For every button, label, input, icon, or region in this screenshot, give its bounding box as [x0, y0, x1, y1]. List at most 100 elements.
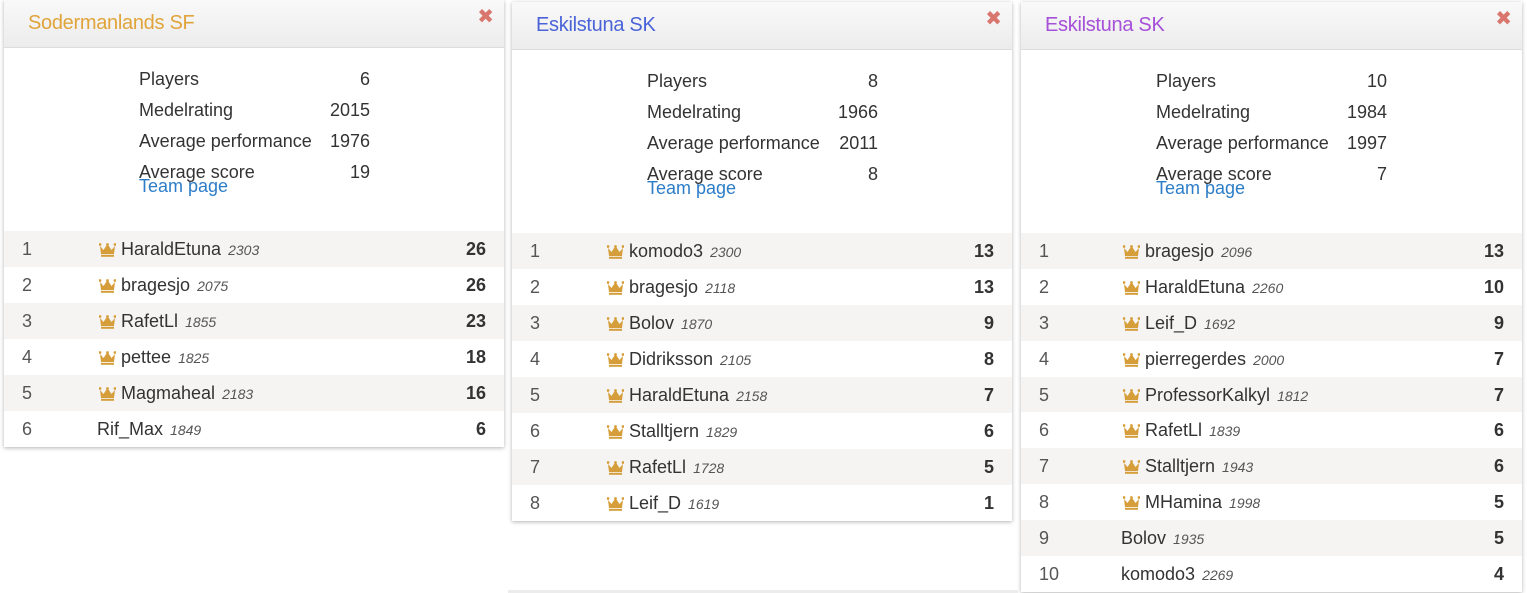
player-row[interactable]: 10 komodo3 2269 4: [1021, 556, 1522, 592]
stat-row: Average performance 1997: [1156, 129, 1387, 160]
player-username[interactable]: Leif_D: [1145, 313, 1197, 333]
player-row[interactable]: 9 Bolov 1935 5: [1021, 520, 1522, 557]
player-username[interactable]: MHamina: [1145, 492, 1222, 512]
stat-value: 8: [867, 164, 878, 184]
player-username[interactable]: HaraldEtuna: [121, 239, 221, 259]
player-rank: 2: [1039, 276, 1050, 297]
close-icon[interactable]: ✖: [985, 6, 1002, 31]
player-name[interactable]: pettee 1825: [121, 347, 209, 368]
player-name[interactable]: Leif_D 1692: [1145, 313, 1235, 334]
player-username[interactable]: pettee: [121, 347, 171, 367]
player-row[interactable]: 3 Leif_D 1692 9: [1021, 304, 1522, 341]
close-icon[interactable]: ✖: [1495, 6, 1512, 31]
player-name[interactable]: Didriksson 2105: [629, 349, 751, 370]
stat-row: Medelrating 1966: [647, 98, 878, 129]
player-username[interactable]: HaraldEtuna: [629, 385, 729, 405]
team-name: Eskilstuna SK: [536, 14, 656, 36]
player-username[interactable]: Stalltjern: [1145, 456, 1215, 476]
player-name[interactable]: HaraldEtuna 2260: [1145, 277, 1283, 298]
player-rating: 1839: [1209, 423, 1241, 440]
player-row[interactable]: 4 pettee 1825 18: [4, 339, 504, 375]
player-name[interactable]: Bolov 1935: [1121, 528, 1204, 549]
player-row[interactable]: 2 HaraldEtuna 2260 10: [1021, 269, 1522, 305]
stat-value: 2015: [329, 100, 370, 120]
team-stats: Players 10 Medelrating 1984 Average performa…: [1021, 50, 1522, 233]
player-name[interactable]: komodo3 2269: [1121, 564, 1233, 585]
player-row[interactable]: 7 Stalltjern 1943 6: [1021, 448, 1522, 485]
player-score: 13: [973, 277, 994, 297]
player-row[interactable]: 3 RafetLl 1855 23: [4, 303, 504, 339]
player-name[interactable]: RafetLl 1855: [121, 311, 216, 332]
player-username[interactable]: bragesjo: [629, 277, 698, 297]
player-list: 1 HaraldEtuna 2303 26 2 bragesjo 2075 26 3 Rafe…: [4, 231, 504, 447]
player-rating: 2269: [1202, 567, 1234, 584]
team-page-link[interactable]: Team page: [647, 178, 736, 199]
stat-row: Players 10: [1156, 67, 1387, 98]
player-score: 13: [1483, 241, 1504, 261]
player-row[interactable]: 7 RafetLl 1728 5: [512, 449, 1012, 485]
player-row[interactable]: 1 HaraldEtuna 2303 26: [4, 231, 504, 267]
player-row[interactable]: 2 bragesjo 2118 13: [512, 269, 1012, 305]
player-username[interactable]: Bolov: [629, 313, 674, 333]
player-username[interactable]: Magmaheal: [121, 383, 215, 403]
stat-label: Medelrating: [139, 100, 234, 120]
player-name[interactable]: Leif_D 1619: [629, 493, 719, 514]
player-username[interactable]: bragesjo: [1145, 241, 1214, 261]
player-score: 18: [465, 347, 486, 367]
player-name[interactable]: Stalltjern 1943: [1145, 456, 1253, 477]
player-row[interactable]: 8 Leif_D 1619 1: [512, 485, 1012, 521]
player-username[interactable]: ProfessorKalkyl: [1145, 385, 1270, 405]
close-icon[interactable]: ✖: [477, 4, 494, 29]
player-name[interactable]: MHamina 1998: [1145, 492, 1260, 513]
card-header: Eskilstuna SK ✖: [1021, 2, 1522, 50]
player-row[interactable]: 6 Stalltjern 1829 6: [512, 413, 1012, 449]
player-username[interactable]: bragesjo: [121, 275, 190, 295]
player-row[interactable]: 1 komodo3 2300 13: [512, 233, 1012, 269]
player-row[interactable]: 6 RafetLl 1839 6: [1021, 412, 1522, 448]
player-name[interactable]: HaraldEtuna 2303: [121, 239, 259, 260]
player-row[interactable]: 1 bragesjo 2096 13: [1021, 233, 1522, 269]
player-name[interactable]: RafetLl 1839: [1145, 420, 1240, 441]
player-name[interactable]: HaraldEtuna 2158: [629, 385, 767, 406]
stat-label: Medelrating: [1156, 102, 1251, 122]
player-row[interactable]: 2 bragesjo 2075 26: [4, 267, 504, 303]
player-name[interactable]: bragesjo 2075: [121, 275, 228, 296]
crown-icon: [607, 317, 624, 331]
player-row[interactable]: 5 HaraldEtuna 2158 7: [512, 377, 1012, 413]
player-row[interactable]: 4 pierregerdes 2000 7: [1021, 341, 1522, 377]
player-name[interactable]: Rif_Max 1849: [97, 419, 201, 440]
player-username[interactable]: Stalltjern: [629, 421, 699, 441]
player-score: 26: [465, 239, 486, 259]
player-name[interactable]: RafetLl 1728: [629, 457, 724, 478]
stat-row: Players 6: [139, 65, 370, 96]
stat-row: Medelrating 2015: [139, 96, 370, 127]
player-name[interactable]: komodo3 2300: [629, 241, 741, 262]
player-username[interactable]: Leif_D: [629, 493, 681, 513]
player-username[interactable]: Rif_Max: [97, 419, 163, 439]
player-name[interactable]: bragesjo 2118: [629, 277, 735, 298]
player-username[interactable]: HaraldEtuna: [1145, 277, 1245, 297]
player-name[interactable]: bragesjo 2096: [1145, 241, 1252, 262]
player-username[interactable]: Bolov: [1121, 528, 1166, 548]
player-row[interactable]: 5 ProfessorKalkyl 1812 7: [1021, 376, 1522, 413]
player-username[interactable]: RafetLl: [121, 311, 178, 331]
player-name[interactable]: pierregerdes 2000: [1145, 349, 1284, 370]
player-name[interactable]: Bolov 1870: [629, 313, 712, 334]
player-username[interactable]: komodo3: [1121, 564, 1195, 584]
player-username[interactable]: RafetLl: [1145, 420, 1202, 440]
player-username[interactable]: komodo3: [629, 241, 703, 261]
team-page-link[interactable]: Team page: [1156, 178, 1245, 199]
player-username[interactable]: pierregerdes: [1145, 349, 1246, 369]
player-name[interactable]: Stalltjern 1829: [629, 421, 737, 442]
player-row[interactable]: 5 Magmaheal 2183 16: [4, 375, 504, 411]
player-username[interactable]: RafetLl: [629, 457, 686, 477]
team-page-link[interactable]: Team page: [139, 176, 228, 197]
player-name[interactable]: Magmaheal 2183: [121, 383, 253, 404]
player-row[interactable]: 8 MHamina 1998 5: [1021, 484, 1522, 520]
player-row[interactable]: 6 Rif_Max 1849 6: [4, 411, 504, 447]
player-row[interactable]: 3 Bolov 1870 9: [512, 305, 1012, 341]
player-rank: 8: [1039, 492, 1050, 513]
player-username[interactable]: Didriksson: [629, 349, 713, 369]
player-row[interactable]: 4 Didriksson 2105 8: [512, 341, 1012, 377]
player-name[interactable]: ProfessorKalkyl 1812: [1145, 385, 1308, 406]
